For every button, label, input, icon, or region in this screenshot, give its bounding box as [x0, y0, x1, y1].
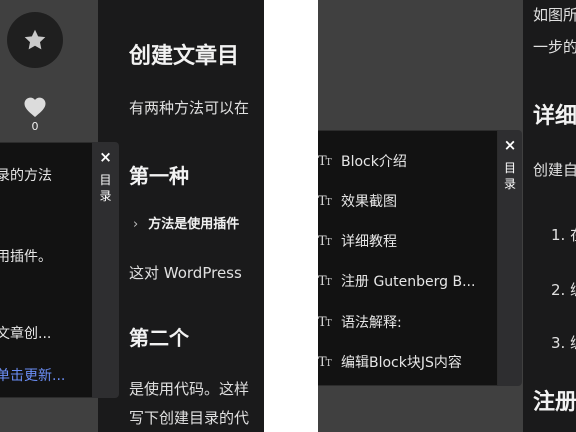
text-type-icon: TT: [318, 354, 332, 370]
toc-item-label: 语法解释:: [341, 315, 402, 331]
toc-item[interactable]: 目录的方法: [0, 165, 52, 185]
like-button[interactable]: 0: [20, 96, 50, 133]
toc-item[interactable]: 使用插件。: [0, 246, 52, 266]
toc-item-label: 目录的方法: [0, 168, 52, 184]
toc-item-label: 为文章创...: [0, 326, 52, 342]
toc-item[interactable]: TT 详细教程: [318, 231, 397, 251]
paragraph-line: 是使用代码。这样: [129, 380, 250, 398]
toc-item-active[interactable]: 已单击更新...: [0, 365, 65, 385]
toc-item[interactable]: 为文章创...: [0, 323, 51, 343]
left-panel: 0 目录的方法 使用插件。 为文章创... 已单击更新... × 目录 创建文: [0, 0, 264, 432]
toc-item-label: 详细教程: [341, 234, 397, 250]
heart-icon: [24, 97, 46, 117]
toc-item[interactable]: TT 效果截图: [318, 191, 397, 211]
right-article: 如图所 一步的 详细 创建自 1. 在 2. 编 3. 编 注册: [523, 0, 576, 432]
toc-item-label: 效果截图: [341, 194, 397, 210]
paragraph-line: 写下创建目录的代: [129, 409, 250, 427]
close-icon[interactable]: ×: [498, 136, 522, 154]
close-icon[interactable]: ×: [92, 148, 119, 166]
toc-item-label: 使用插件。: [0, 249, 52, 265]
ordered-list-item: 1. 在: [551, 226, 576, 244]
toc-item-label: 已单击更新...: [0, 368, 66, 384]
paragraph-line: 一步的: [533, 38, 576, 56]
section-heading: 详细: [533, 104, 576, 129]
ordered-list-item: 2. 编: [551, 281, 576, 299]
toc-toggle-tab-right[interactable]: × 目录: [498, 130, 522, 386]
toc-panel-right: TT Block介绍 TT 效果截图 TT 详细教程 TT 注册 Gutenbe…: [318, 130, 498, 386]
article-title: 创建文章目: [129, 44, 240, 69]
favorite-button[interactable]: [7, 12, 63, 68]
text-type-icon: TT: [318, 233, 332, 249]
left-article: 创建文章目 有两种方法可以在 第一种 › 方法是使用插件 这对 WordPress…: [119, 0, 264, 432]
text-type-icon: TT: [318, 273, 332, 289]
article-intro: 有两种方法可以在: [129, 99, 250, 117]
list-item: › 方法是使用插件: [133, 213, 239, 232]
toc-item-label: 注册 Gutenberg B...: [341, 274, 476, 290]
section-heading: 第一种: [129, 164, 189, 188]
chevron-right-icon: ›: [133, 217, 139, 232]
paragraph: 创建自: [533, 161, 576, 179]
like-count: 0: [31, 120, 39, 133]
paragraph: 这对 WordPress: [129, 264, 242, 282]
list-item-text: 方法是使用插件: [148, 217, 240, 232]
toc-item-label: 编辑Block块JS内容: [341, 355, 462, 371]
text-type-icon: TT: [318, 193, 332, 209]
star-icon: [24, 29, 46, 50]
toc-item-label: Block介绍: [341, 154, 407, 170]
section-heading: 第二个: [129, 326, 189, 350]
ordered-list-item: 3. 编: [551, 334, 576, 352]
toc-item[interactable]: TT 注册 Gutenberg B...: [318, 271, 475, 291]
toc-toggle-tab-left[interactable]: × 目录: [92, 142, 119, 398]
toc-panel-left: 目录的方法 使用插件。 为文章创... 已单击更新...: [0, 142, 92, 398]
section-heading: 注册: [533, 390, 576, 415]
toc-tab-label: 目录: [99, 173, 112, 203]
toc-item[interactable]: TT Block介绍: [318, 151, 407, 171]
toc-tab-label: 目录: [503, 161, 516, 191]
toc-item[interactable]: TT 编辑Block块JS内容: [318, 352, 462, 372]
toc-item[interactable]: TT 语法解释:: [318, 312, 402, 332]
text-type-icon: TT: [318, 153, 332, 169]
paragraph-line: 如图所: [533, 6, 576, 24]
screenshot-canvas: 0 目录的方法 使用插件。 为文章创... 已单击更新... × 目录 创建文: [0, 0, 576, 432]
text-type-icon: TT: [318, 314, 332, 330]
